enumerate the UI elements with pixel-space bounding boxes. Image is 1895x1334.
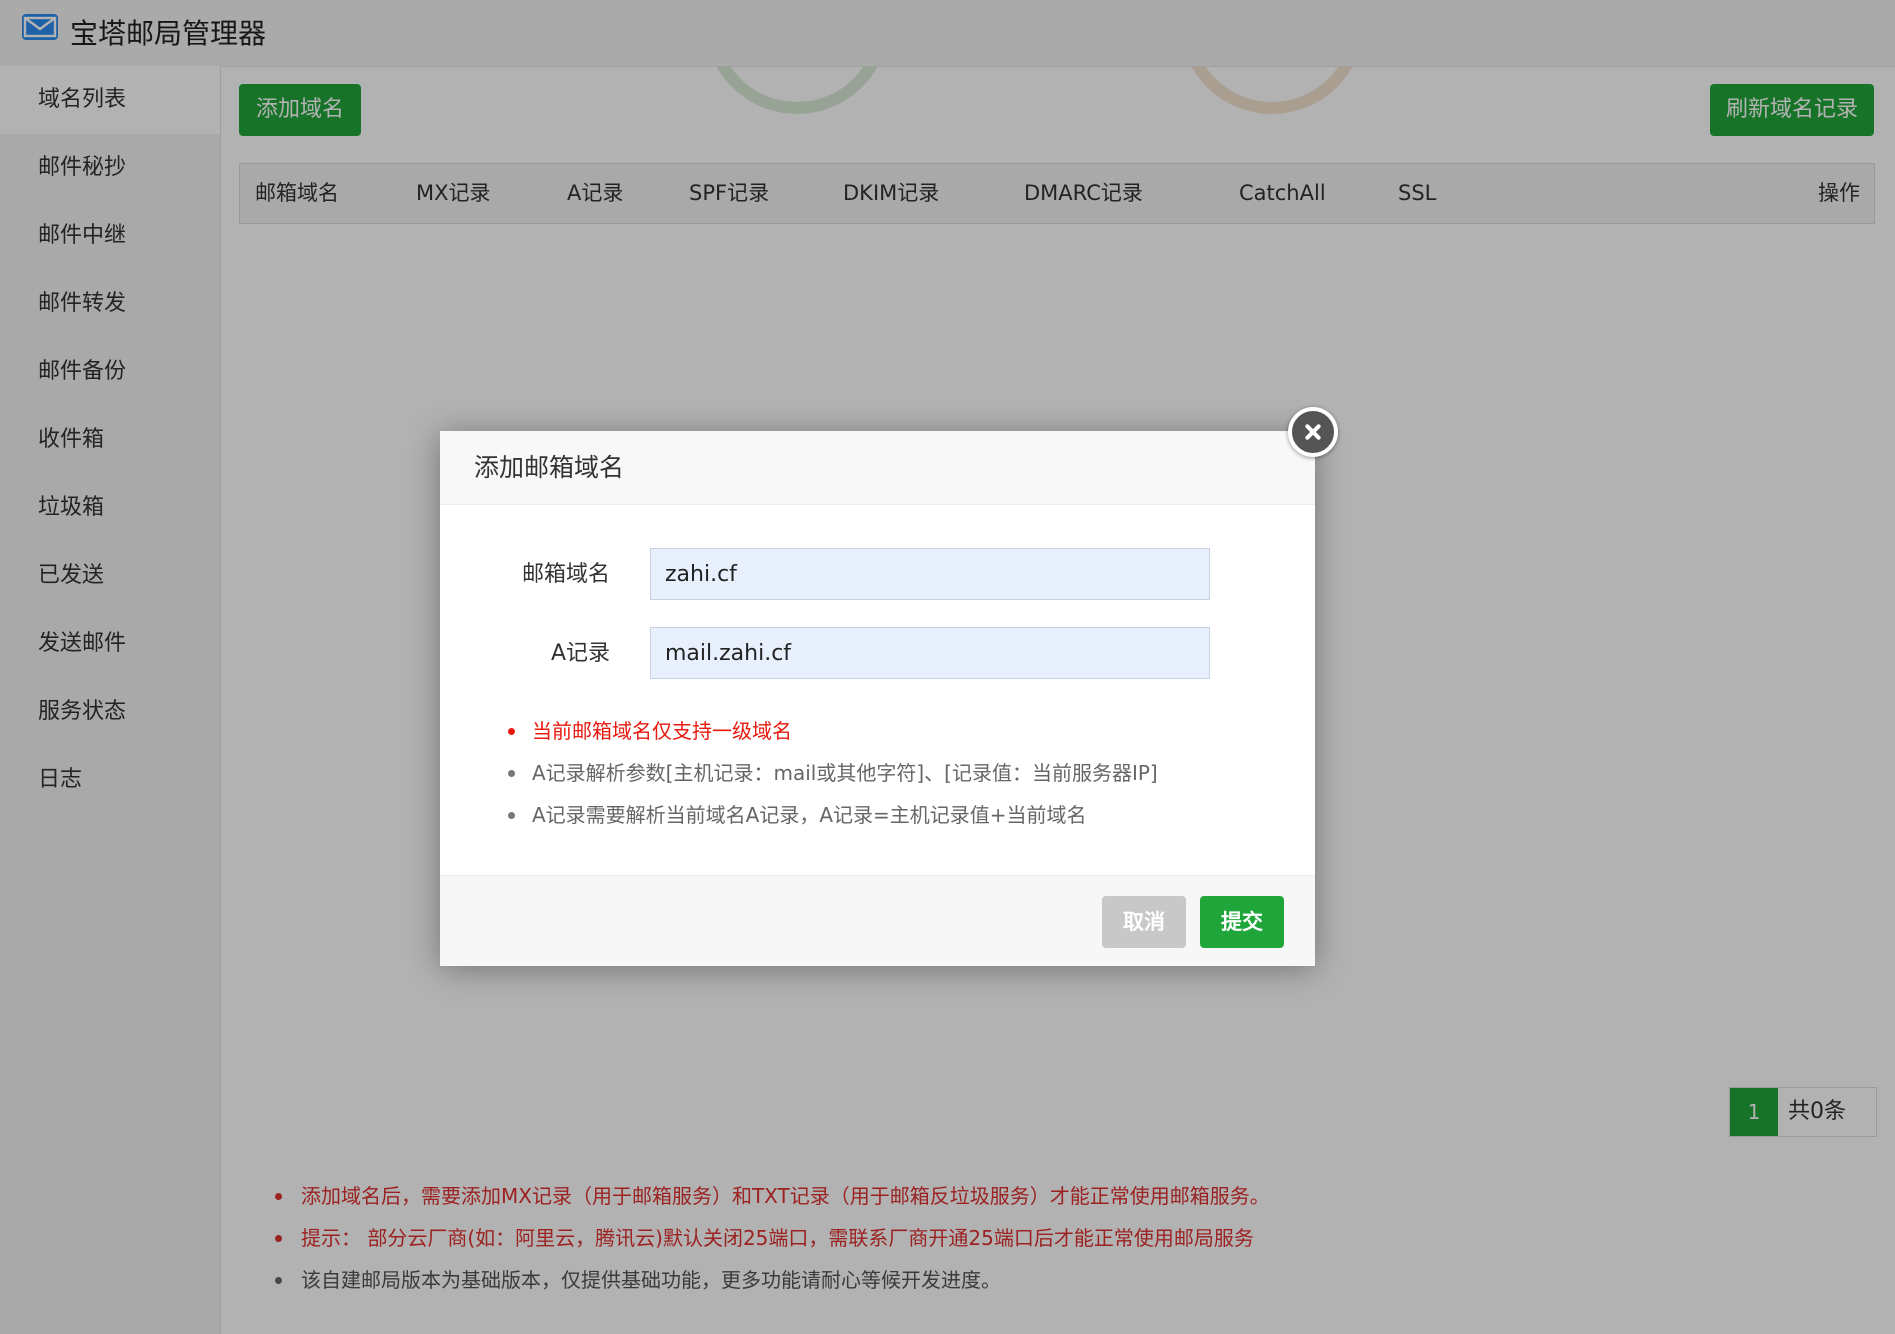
a-record-field-label: A记录 — [550, 641, 610, 666]
domain-input[interactable] — [650, 548, 1210, 600]
a-record-form-row: A记录 — [440, 627, 1315, 681]
close-icon[interactable] — [1288, 407, 1338, 457]
cancel-button[interactable]: 取消 — [1102, 896, 1186, 948]
domain-field-label: 邮箱域名 — [521, 562, 610, 587]
submit-button[interactable]: 提交 — [1200, 896, 1284, 948]
dialog-footer: 取消 提交 — [440, 875, 1315, 966]
dialog-tip-item: A记录需要解析当前域名A记录，A记录=主机记录值+当前域名 — [508, 794, 1268, 836]
add-mail-domain-dialog: 添加邮箱域名 邮箱域名 A记录 当前邮箱域名仅支持一级域名 A记录解析参数[主机… — [440, 407, 1338, 966]
dialog-tip-item: A记录解析参数[主机记录：mail或其他字符]、[记录值：当前服务器IP] — [508, 752, 1268, 794]
domain-form-row: 邮箱域名 — [440, 548, 1315, 602]
a-record-input[interactable] — [650, 627, 1210, 679]
mail-manager-window: 宝塔邮局管理器 域名列表 邮件秘抄 邮件中继 邮件转发 邮件备份 收件箱 垃圾箱… — [0, 0, 1895, 1334]
dialog-header: 添加邮箱域名 — [440, 431, 1315, 505]
dialog-tips-list: 当前邮箱域名仅支持一级域名 A记录解析参数[主机记录：mail或其他字符]、[记… — [508, 710, 1268, 836]
dialog-tip-item: 当前邮箱域名仅支持一级域名 — [508, 710, 1268, 752]
dialog-title: 添加邮箱域名 — [474, 453, 625, 482]
